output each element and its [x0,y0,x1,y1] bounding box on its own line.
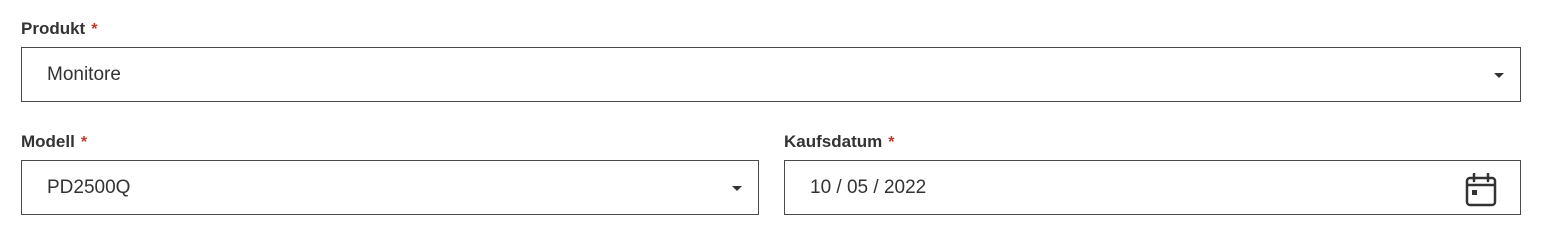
required-marker: * [888,134,895,151]
chevron-down-icon [732,186,742,191]
purchase-date-label-text: Kaufsdatum [784,132,883,151]
model-select-value: PD2500Q [47,176,131,198]
required-marker: * [80,134,88,151]
model-label: Modell * [21,132,87,153]
calendar-icon[interactable] [1465,173,1497,207]
purchase-date-value: 10 / 05 / 2022 [810,176,927,198]
required-marker: * [91,21,98,38]
product-select-value: Monitore [47,63,121,85]
product-label: Produkt * [21,19,97,40]
chevron-down-icon [1494,73,1504,78]
purchase-date-input[interactable]: 10 / 05 / 2022 [784,160,1521,215]
model-label-text: Modell [21,132,75,151]
model-select[interactable]: PD2500Q [21,160,759,215]
product-select[interactable]: Monitore [21,47,1521,102]
product-registration-form: Produkt * Monitore Modell * PD2500Q Kaufsd… [0,0,1551,244]
purchase-date-label: Kaufsdatum * [784,132,894,153]
product-label-text: Produkt [21,19,86,38]
